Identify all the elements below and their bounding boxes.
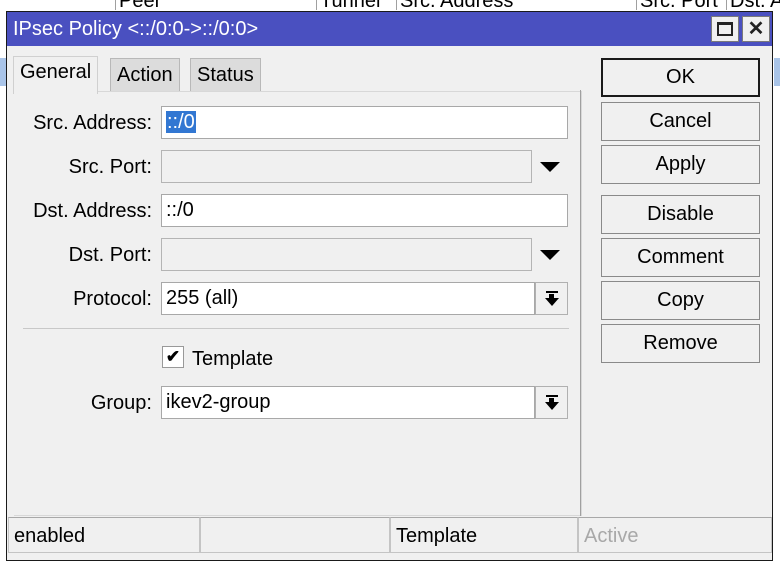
status-active: Active (578, 517, 772, 553)
column-header-tunnel[interactable]: Tunnel (316, 0, 380, 10)
src-port-dropdown-icon[interactable] (540, 162, 560, 172)
group-label: Group: (90, 392, 152, 414)
dst-address-label: Dst. Address: (33, 200, 152, 222)
group-dropdown-button[interactable] (535, 386, 568, 419)
protocol-select[interactable]: 255 (all) (161, 282, 535, 315)
status-template: Template (390, 517, 578, 553)
column-header-src-address[interactable]: Src. Address (396, 0, 513, 10)
background-table-header: Peer Tunnel Src. Address Src. Port Dst. … (0, 0, 780, 10)
panel-separator (580, 90, 581, 516)
dropdown-bar-icon (545, 291, 558, 293)
src-address-input[interactable]: ::/0 (161, 106, 568, 139)
maximize-button[interactable] (711, 16, 739, 42)
dropdown-bar-icon (545, 395, 558, 397)
src-address-label: Src. Address: (33, 112, 152, 134)
template-label[interactable]: Template (192, 348, 273, 371)
tab-action[interactable]: Action (110, 58, 180, 92)
ipsec-policy-dialog: IPsec Policy <::/0:0->::/0:0> ✕ General … (6, 11, 773, 561)
status-bar: enabled Template Active (8, 517, 772, 555)
form-divider (23, 328, 569, 329)
copy-button[interactable]: Copy (601, 281, 760, 320)
checkmark-icon: ✔ (165, 347, 181, 366)
tab-general[interactable]: General (13, 56, 99, 94)
cancel-button[interactable]: Cancel (601, 102, 760, 141)
tab-status[interactable]: Status (190, 58, 261, 92)
apply-button[interactable]: Apply (601, 145, 760, 184)
column-header-src-port[interactable]: Src. Port (636, 0, 718, 10)
group-select[interactable]: ikev2-group (161, 386, 535, 419)
dst-port-dropdown-icon[interactable] (540, 250, 560, 260)
remove-button[interactable]: Remove (601, 324, 760, 363)
protocol-dropdown-button[interactable] (535, 282, 568, 315)
status-enabled: enabled (8, 517, 200, 553)
dst-address-input[interactable]: ::/0 (161, 194, 568, 227)
ok-button[interactable]: OK (601, 58, 760, 97)
dropdown-arrow-icon (544, 402, 559, 410)
column-header-peer[interactable]: Peer (115, 0, 161, 10)
status-empty (200, 517, 390, 553)
protocol-label: Protocol: (73, 288, 152, 310)
src-port-input[interactable] (161, 150, 532, 183)
src-address-value: ::/0 (166, 111, 196, 133)
template-checkbox[interactable]: ✔ (162, 346, 184, 368)
dropdown-arrow-icon (544, 298, 559, 306)
maximize-icon (717, 22, 733, 36)
dst-port-label: Dst. Port: (68, 244, 152, 266)
disable-button[interactable]: Disable (601, 195, 760, 234)
close-icon: ✕ (747, 18, 765, 40)
src-port-label: Src. Port: (68, 156, 152, 178)
close-button[interactable]: ✕ (742, 16, 770, 42)
title-bar[interactable]: IPsec Policy <::/0:0->::/0:0> ✕ (7, 12, 772, 46)
comment-button[interactable]: Comment (601, 238, 760, 277)
dst-port-input[interactable] (161, 238, 532, 271)
background-selected-row-right[interactable] (774, 58, 780, 86)
window-title: IPsec Policy <::/0:0->::/0:0> (13, 18, 259, 40)
column-header-dst-address[interactable]: Dst. A (726, 0, 780, 10)
